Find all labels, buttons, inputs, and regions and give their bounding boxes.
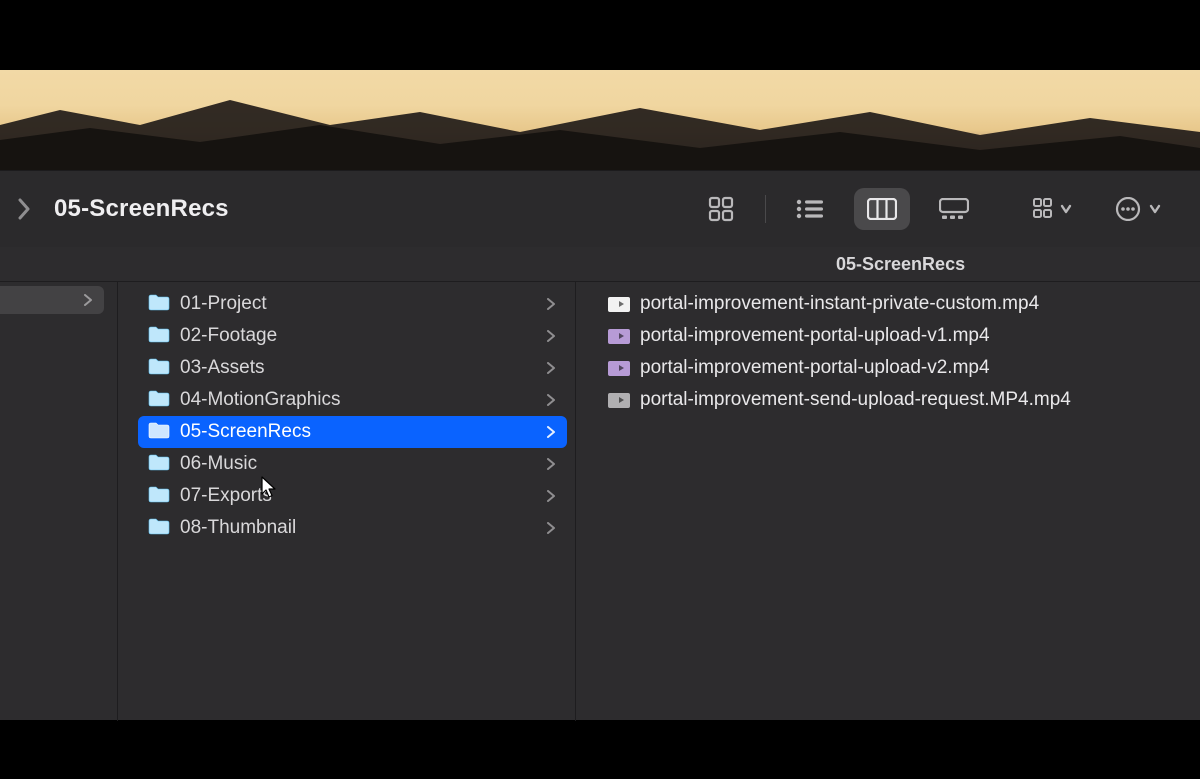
folder-icon: [148, 325, 170, 348]
folder-row[interactable]: 04-MotionGraphics: [138, 384, 567, 416]
chevron-right-icon: [545, 394, 557, 406]
file-row[interactable]: portal-improvement-send-upload-request.M…: [598, 384, 1192, 416]
column-2-files[interactable]: portal-improvement-instant-private-custo…: [576, 282, 1200, 721]
folder-row[interactable]: 07-Exports: [138, 480, 567, 512]
separator: [765, 195, 766, 223]
nav-forward-button[interactable]: [12, 197, 36, 221]
column-header-label: 05-ScreenRecs: [836, 254, 965, 275]
folder-name: 07-Exports: [180, 485, 535, 507]
video-file-icon: [608, 297, 630, 312]
folder-row[interactable]: 06-Music: [138, 448, 567, 480]
folder-row[interactable]: 08-Thumbnail: [138, 512, 567, 544]
file-row[interactable]: portal-improvement-instant-private-custo…: [598, 288, 1192, 320]
finder-screenshot: 05-ScreenRecs: [0, 0, 1200, 779]
column-1-folders[interactable]: 01-Project 02-Footage 03-Assets 04-MotionGr…: [118, 282, 576, 721]
icon-view-button[interactable]: [693, 188, 749, 230]
video-file-icon: [608, 329, 630, 344]
folder-icon: [148, 517, 170, 540]
file-name: portal-improvement-portal-upload-v1.mp4: [640, 325, 1182, 347]
chevron-right-icon: [545, 458, 557, 470]
folder-name: 05-ScreenRecs: [180, 421, 535, 443]
folder-icon: [148, 453, 170, 476]
folder-name: 06-Music: [180, 453, 535, 475]
folder-icon: [148, 421, 170, 444]
folder-icon: [148, 357, 170, 380]
folder-icon: [148, 293, 170, 316]
file-name: portal-improvement-instant-private-custo…: [640, 293, 1182, 315]
column-view-area: 01-Project 02-Footage 03-Assets 04-MotionGr…: [0, 281, 1200, 721]
gallery-view-button[interactable]: [926, 188, 982, 230]
actions-menu-button[interactable]: [1108, 188, 1170, 230]
video-file-icon: [608, 361, 630, 376]
chevron-right-icon: [545, 426, 557, 438]
folder-name: 01-Project: [180, 293, 535, 315]
chevron-right-icon: [545, 522, 557, 534]
finder-window: 05-ScreenRecs: [0, 170, 1200, 720]
file-row[interactable]: portal-improvement-portal-upload-v1.mp4: [598, 320, 1192, 352]
group-by-button[interactable]: [1022, 188, 1084, 230]
folder-row[interactable]: 02-Footage: [138, 320, 567, 352]
list-view-button[interactable]: [782, 188, 838, 230]
desktop-wallpaper: [0, 70, 1200, 170]
parent-folder-row[interactable]: [0, 286, 104, 314]
chevron-right-icon: [545, 490, 557, 502]
file-name: portal-improvement-portal-upload-v2.mp4: [640, 357, 1182, 379]
column-header-row: 05-ScreenRecs: [0, 247, 1200, 281]
chevron-right-icon: [545, 298, 557, 310]
folder-name: 04-MotionGraphics: [180, 389, 535, 411]
toolbar: 05-ScreenRecs: [0, 171, 1200, 247]
column-0[interactable]: [0, 282, 118, 721]
file-row[interactable]: portal-improvement-portal-upload-v2.mp4: [598, 352, 1192, 384]
folder-icon: [148, 485, 170, 508]
file-name: portal-improvement-send-upload-request.M…: [640, 389, 1182, 411]
view-mode-group: [693, 188, 982, 230]
window-title: 05-ScreenRecs: [54, 195, 229, 223]
folder-icon: [148, 389, 170, 412]
folder-row[interactable]: 01-Project: [138, 288, 567, 320]
folder-row[interactable]: 05-ScreenRecs: [138, 416, 567, 448]
chevron-right-icon: [545, 362, 557, 374]
chevron-right-icon: [545, 330, 557, 342]
folder-name: 03-Assets: [180, 357, 535, 379]
video-file-icon: [608, 393, 630, 408]
folder-name: 08-Thumbnail: [180, 517, 535, 539]
column-view-button[interactable]: [854, 188, 910, 230]
folder-name: 02-Footage: [180, 325, 535, 347]
folder-row[interactable]: 03-Assets: [138, 352, 567, 384]
